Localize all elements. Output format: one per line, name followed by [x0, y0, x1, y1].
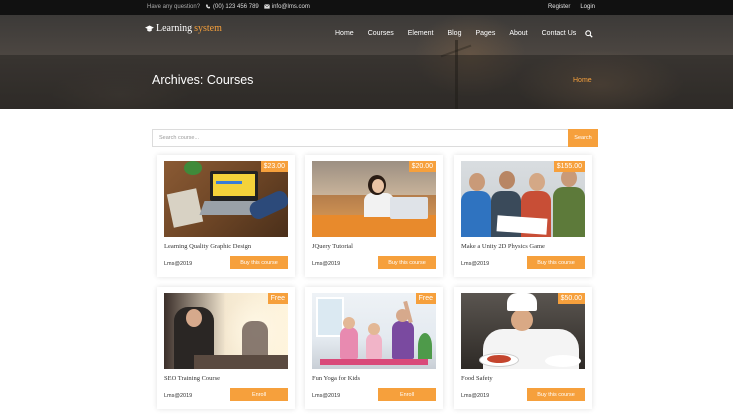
- nav-about[interactable]: About: [509, 30, 527, 37]
- course-title[interactable]: SEO Training Course: [164, 375, 220, 382]
- nav-home[interactable]: Home: [335, 30, 354, 37]
- price-badge: $23.00: [260, 161, 288, 172]
- course-author: Lms@2019: [461, 261, 490, 267]
- thumb-woman: [392, 321, 414, 359]
- thumb-chef-hat: [507, 293, 537, 311]
- hero-title-band: [0, 55, 733, 109]
- thumb-plant: [184, 161, 202, 175]
- search-button[interactable]: Search: [568, 129, 598, 147]
- thumb-head: [499, 171, 515, 189]
- course-title[interactable]: Food Safety: [461, 375, 493, 382]
- email-info: info@lms.com: [263, 4, 310, 11]
- thumb-food: [487, 355, 511, 363]
- buy-course-button[interactable]: Buy this course: [230, 256, 288, 269]
- thumb-book: [496, 215, 548, 235]
- email-address: info@lms.com: [271, 4, 310, 11]
- thumb-screen: [213, 174, 255, 196]
- course-author: Lms@2019: [164, 261, 193, 267]
- nav-element[interactable]: Element: [408, 30, 434, 37]
- enroll-button[interactable]: Enroll: [230, 388, 288, 401]
- logo-text-primary: Learning: [156, 23, 193, 34]
- search-icon[interactable]: [585, 30, 593, 38]
- course-thumbnail[interactable]: [461, 293, 585, 369]
- price-badge: Free: [267, 293, 288, 304]
- thumb-child: [366, 333, 382, 359]
- thumb-head: [529, 173, 545, 191]
- logo-text-accent: system: [194, 23, 222, 34]
- search-input[interactable]: [153, 130, 569, 146]
- thumb-head: [368, 323, 380, 335]
- thumb-plate: [545, 355, 581, 367]
- price-badge: $155.00: [553, 161, 585, 172]
- thumb-paper: [166, 188, 204, 228]
- register-link[interactable]: Register: [548, 4, 570, 10]
- buy-course-button[interactable]: Buy this course: [527, 388, 585, 401]
- course-thumbnail[interactable]: [164, 293, 288, 369]
- phone-info: (00) 123 456 789: [205, 4, 259, 10]
- course-thumbnail[interactable]: [461, 161, 585, 237]
- enroll-button[interactable]: Enroll: [378, 388, 436, 401]
- course-card[interactable]: $20.00 JQuery Tutorial Lms@2019 Buy this…: [305, 155, 443, 277]
- thumb-child: [340, 327, 358, 359]
- login-link[interactable]: Login: [580, 4, 595, 10]
- thumb-laptop: [390, 197, 428, 219]
- site-logo[interactable]: Learning system: [145, 23, 222, 34]
- thumb-yoga-mat: [320, 359, 428, 365]
- course-title[interactable]: Fun Yoga for Kids: [312, 375, 360, 382]
- thumb-screen-bar: [216, 181, 242, 184]
- course-thumbnail[interactable]: [164, 161, 288, 237]
- top-bar: Have any question? (00) 123 456 789 info…: [0, 0, 733, 15]
- thumb-person-face: [372, 179, 384, 193]
- thumb-person: [461, 191, 491, 237]
- phone-icon: [206, 4, 211, 9]
- course-thumbnail[interactable]: [312, 161, 436, 237]
- thumb-chef-face: [511, 309, 533, 331]
- course-title[interactable]: JQuery Tutorial: [312, 243, 353, 250]
- account-links: Register Login: [548, 4, 595, 10]
- course-card[interactable]: Free SEO Training Course Lms@2019 Enroll: [157, 287, 295, 409]
- nav-courses[interactable]: Courses: [368, 30, 394, 37]
- question-text: Have any question?: [147, 4, 201, 11]
- thumb-plant: [418, 333, 432, 359]
- buy-course-button[interactable]: Buy this course: [378, 256, 436, 269]
- course-card[interactable]: $23.00 Learning Quality Graphic Design L…: [157, 155, 295, 277]
- graduation-cap-icon: [145, 24, 154, 31]
- course-title[interactable]: Make a Unity 2D Physics Game: [461, 243, 545, 250]
- breadcrumb-home[interactable]: Home: [573, 77, 592, 84]
- thumb-face: [186, 309, 202, 327]
- thumb-head: [343, 317, 355, 329]
- price-badge: $50.00: [557, 293, 585, 304]
- buy-course-button[interactable]: Buy this course: [527, 256, 585, 269]
- course-author: Lms@2019: [312, 393, 341, 399]
- price-badge: Free: [415, 293, 436, 304]
- nav-contact-us[interactable]: Contact Us: [542, 30, 577, 37]
- thumb-head: [469, 173, 485, 191]
- envelope-icon: [263, 4, 270, 9]
- course-search-bar: Search: [152, 129, 598, 147]
- price-badge: $20.00: [408, 161, 436, 172]
- phone-number: (00) 123 456 789: [213, 4, 259, 11]
- course-card[interactable]: $50.00 Food Safety Lms@2019 Buy this cou…: [454, 287, 592, 409]
- course-card[interactable]: $155.00 Make a Unity 2D Physics Game Lms…: [454, 155, 592, 277]
- main-nav: Home Courses Element Blog Pages About Co…: [335, 30, 593, 38]
- course-thumbnail[interactable]: [312, 293, 436, 369]
- page-title: Archives: Courses: [152, 73, 254, 87]
- nav-blog[interactable]: Blog: [447, 30, 461, 37]
- course-author: Lms@2019: [461, 393, 490, 399]
- thumb-table: [194, 355, 288, 369]
- thumb-person: [553, 187, 585, 237]
- course-author: Lms@2019: [312, 261, 341, 267]
- course-title[interactable]: Learning Quality Graphic Design: [164, 243, 251, 250]
- nav-pages[interactable]: Pages: [475, 30, 495, 37]
- course-author: Lms@2019: [164, 393, 193, 399]
- course-card[interactable]: Free Fun Yoga for Kids Lms@2019 Enroll: [305, 287, 443, 409]
- contact-info: Have any question? (00) 123 456 789 info…: [147, 4, 310, 10]
